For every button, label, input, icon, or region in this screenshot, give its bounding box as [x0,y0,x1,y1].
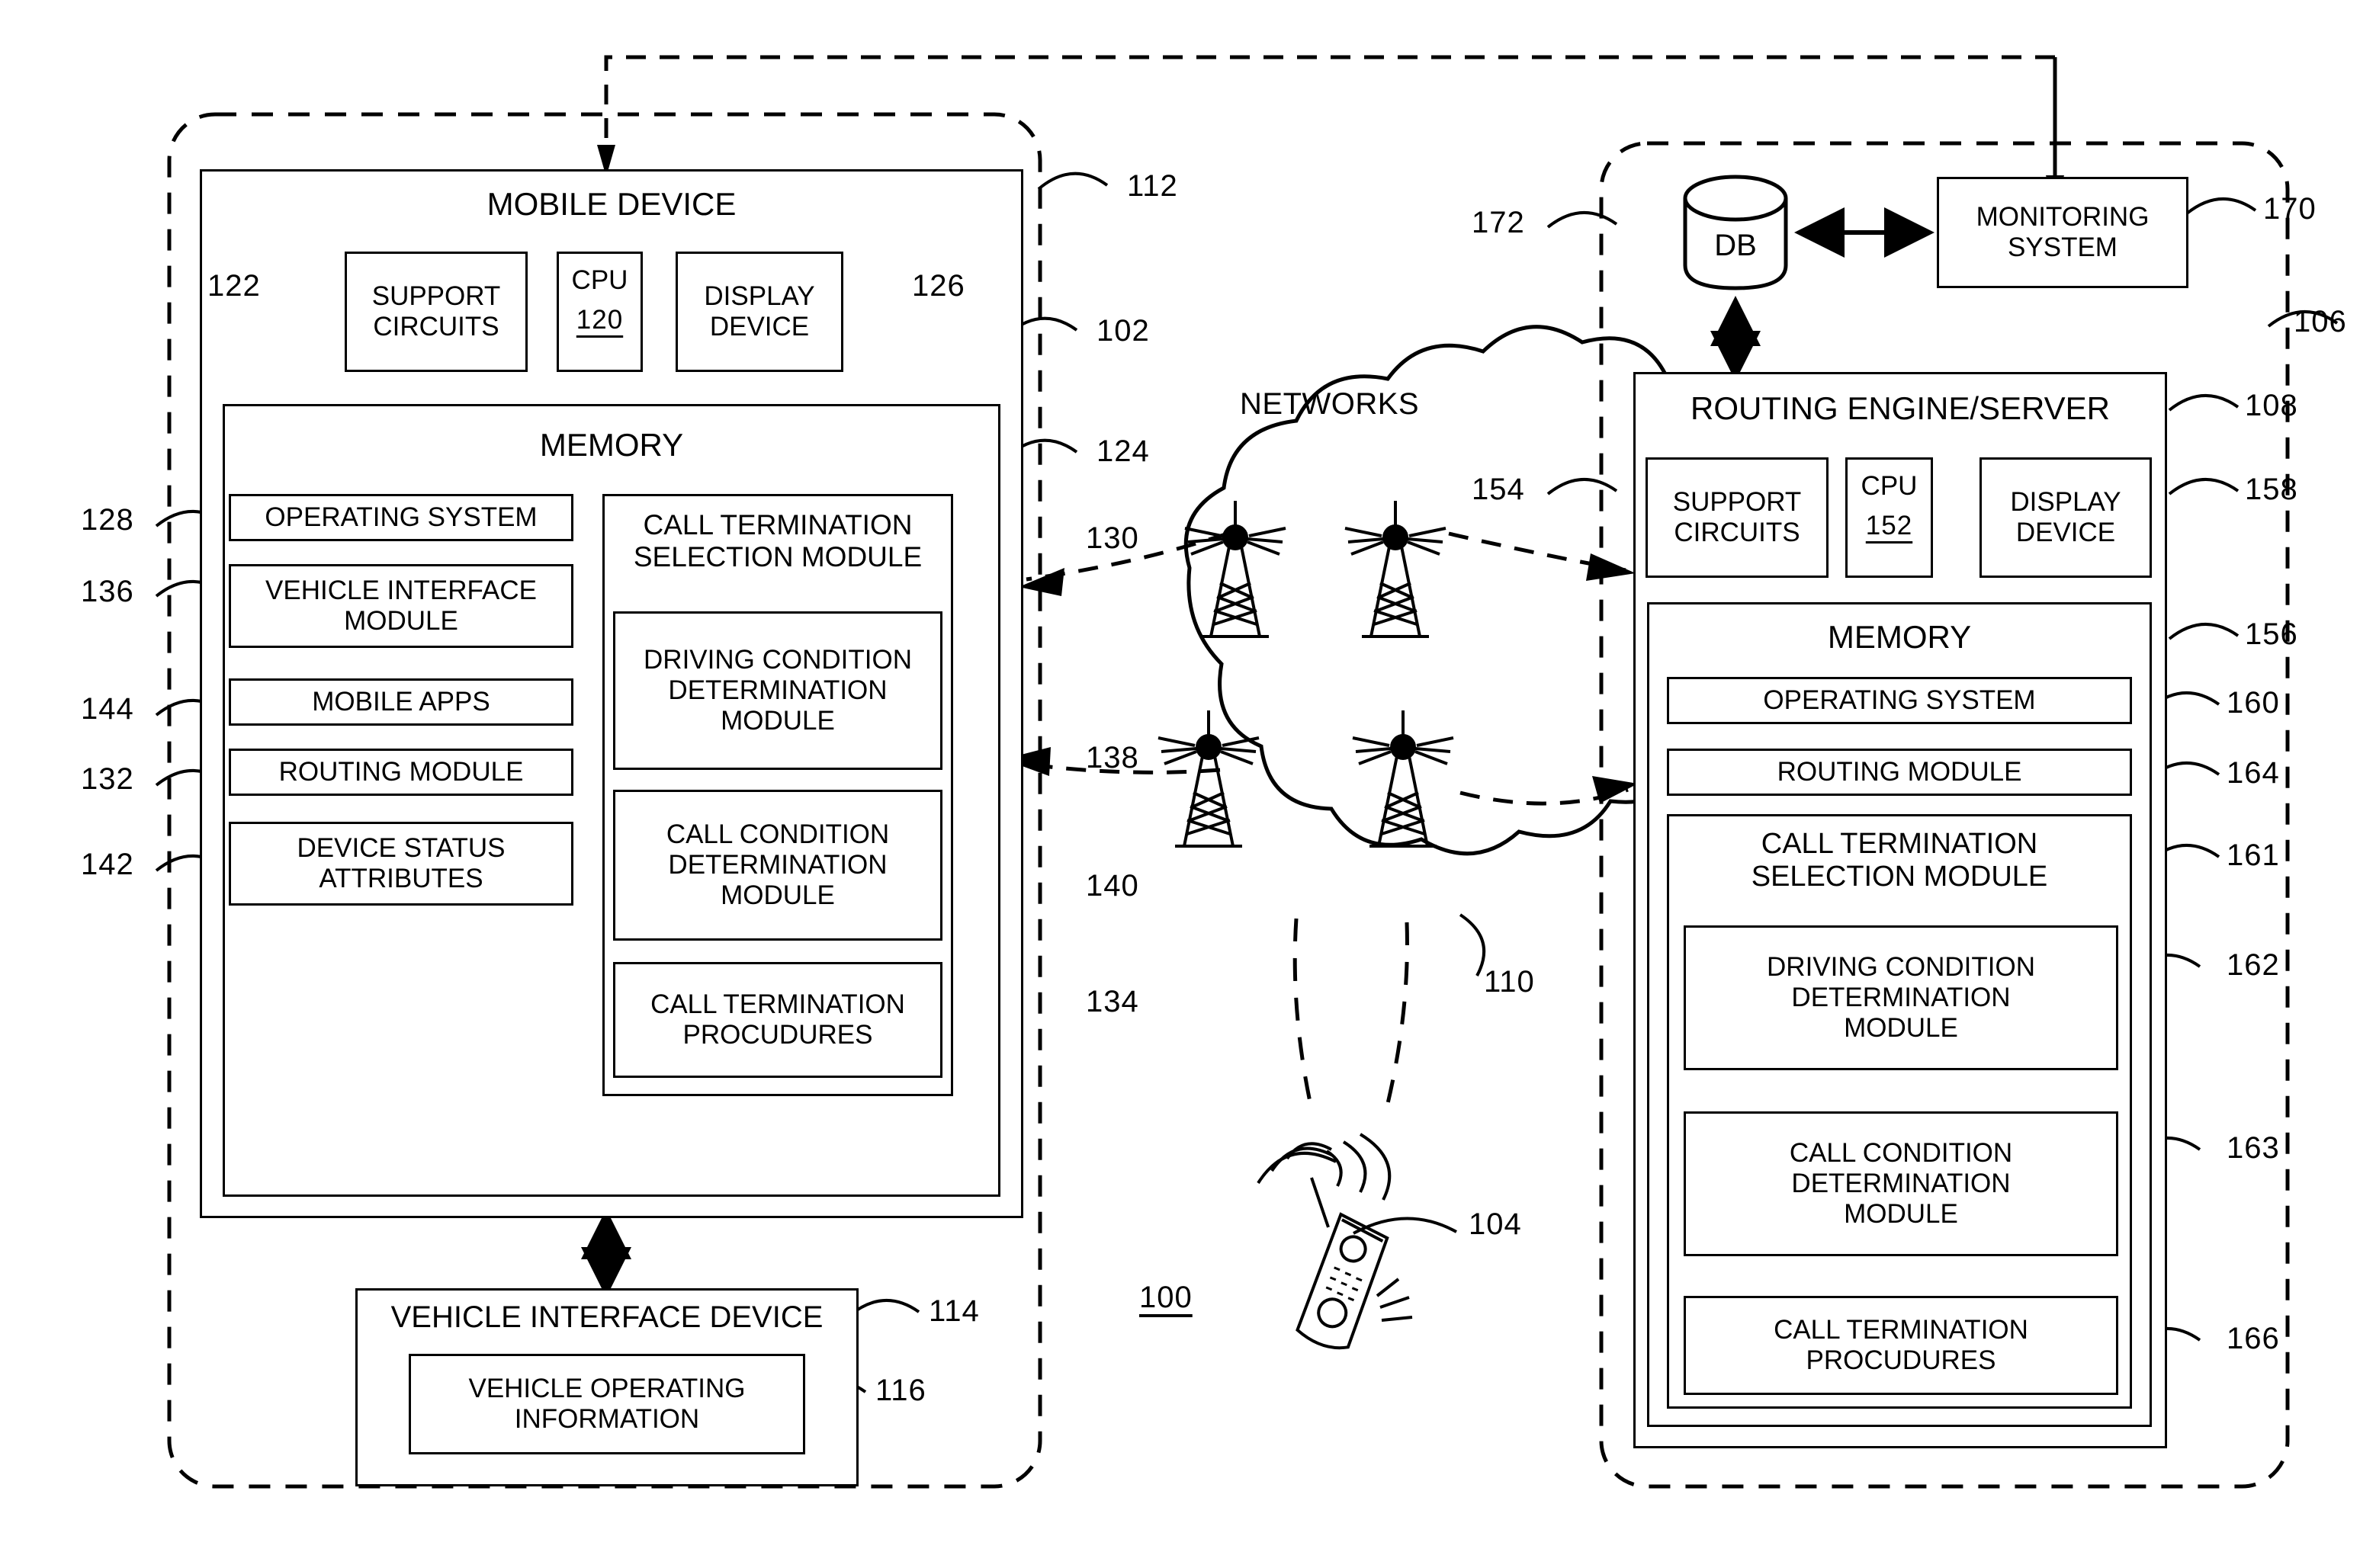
call-condition-determination-module-box-mobile: CALL CONDITION DETERMINATION MODULE [613,790,942,941]
routing-engine-server-title: ROUTING ENGINE/SERVER [1690,390,2110,426]
ref-161: 161 [2227,839,2280,872]
ref-132: 132 [81,762,134,796]
routing-module-box-server: ROUTING MODULE [1667,749,2132,796]
call-condition-determination-module-box-server: CALL CONDITION DETERMINATION MODULE [1684,1111,2118,1256]
figure-canvas: MOBILE DEVICE SUPPORT CIRCUITS CPU 120 D… [0,0,2376,1568]
cpu-label-mobile: CPU [571,265,628,295]
vehicle-interface-module-box: VEHICLE INTERFACE MODULE [229,564,573,648]
call-termination-procedures-box-server: CALL TERMINATION PROCUDURES [1684,1296,2118,1395]
display-device-box-mobile: DISPLAY DEVICE [676,252,843,372]
memory-title-server: MEMORY [1827,619,1972,655]
networks-title: NETWORKS [1240,387,1420,421]
driving-condition-determination-module-box-server: DRIVING CONDITION DETERMINATION MODULE [1684,925,2118,1070]
ref-158: 158 [2245,473,2298,506]
driving-condition-determination-module-box-mobile: DRIVING CONDITION DETERMINATION MODULE [613,611,942,770]
ref-114: 114 [929,1294,980,1328]
figure-number: 100 [1139,1281,1193,1314]
ref-134: 134 [1086,985,1139,1018]
mobile-apps-box: MOBILE APPS [229,678,573,726]
ref-172: 172 [1472,206,1525,239]
operating-system-box-mobile: OPERATING SYSTEM [229,494,573,541]
ref-164: 164 [2227,756,2280,790]
ref-116: 116 [875,1374,926,1407]
routing-module-box-mobile: ROUTING MODULE [229,749,573,796]
ref-162: 162 [2227,948,2280,982]
cpu-label-server: CPU [1861,471,1918,501]
ref-163: 163 [2227,1131,2280,1165]
device-status-attributes-box: DEVICE STATUS ATTRIBUTES [229,822,573,906]
ref-112: 112 [1127,169,1178,203]
support-circuits-box-mobile: SUPPORT CIRCUITS [345,252,528,372]
ref-170: 170 [2263,192,2317,226]
ref-142: 142 [81,848,134,881]
ref-140: 140 [1086,869,1139,903]
ref-122: 122 [207,269,261,303]
support-circuits-box-server: SUPPORT CIRCUITS [1646,457,1829,578]
ref-102: 102 [1096,314,1150,348]
ref-136: 136 [81,575,134,608]
ref-160: 160 [2227,686,2280,720]
ref-130: 130 [1086,521,1139,555]
cpu-ref-mobile: 120 [576,305,624,335]
ref-108: 108 [2245,389,2298,422]
ref-166: 166 [2227,1322,2280,1355]
cpu-ref-server: 152 [1865,511,1913,540]
ref-124: 124 [1096,434,1150,468]
ref-138: 138 [1086,741,1139,774]
vehicle-operating-information-box: VEHICLE OPERATING INFORMATION [409,1354,805,1454]
ref-106: 106 [2294,305,2347,338]
mobile-device-title: MOBILE DEVICE [486,186,737,222]
ref-126: 126 [912,269,965,303]
ref-154: 154 [1472,473,1525,506]
display-device-box-server: DISPLAY DEVICE [1979,457,2152,578]
ref-144: 144 [81,692,134,726]
memory-title-mobile: MEMORY [539,427,684,463]
call-termination-selection-module-title-server: CALL TERMINATION SELECTION MODULE [1751,828,2048,893]
ref-110: 110 [1484,965,1535,999]
vehicle-interface-device-title: VEHICLE INTERFACE DEVICE [390,1300,824,1334]
operating-system-box-server: OPERATING SYSTEM [1667,677,2132,724]
ref-104: 104 [1469,1207,1522,1241]
call-termination-procedures-box-mobile: CALL TERMINATION PROCUDURES [613,962,942,1078]
ref-156: 156 [2245,617,2298,651]
monitoring-system-box: MONITORING SYSTEM [1937,177,2188,288]
ref-128: 128 [81,503,134,537]
db-label: DB [1714,229,1757,262]
call-termination-selection-module-title-mobile: CALL TERMINATION SELECTION MODULE [633,509,923,573]
